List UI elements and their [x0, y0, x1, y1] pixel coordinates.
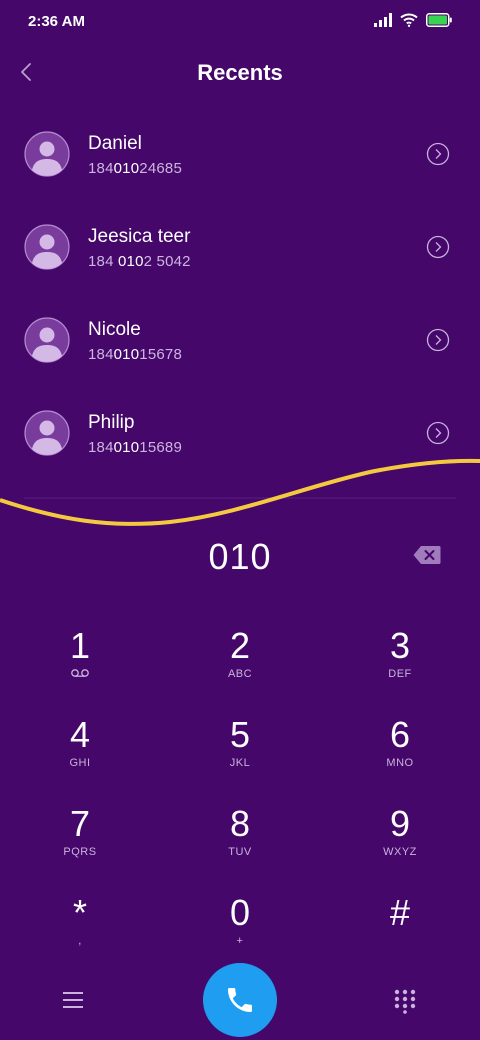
- key-digit: 4: [69, 714, 91, 755]
- chevron-right-circle-icon[interactable]: [426, 421, 450, 445]
- voicemail-icon: [20, 668, 140, 682]
- number-match: 010: [118, 253, 144, 270]
- status-icons: [374, 12, 452, 32]
- number-suffix: 24685: [139, 160, 182, 177]
- key-digit: 5: [229, 714, 251, 755]
- recent-item-nicole[interactable]: Nicole 18401015678: [0, 293, 480, 386]
- key-digit: *: [72, 892, 87, 933]
- wave-divider: [0, 458, 480, 526]
- key-letters: TUV: [228, 846, 252, 858]
- key-digit: #: [389, 892, 411, 933]
- contact-number: 184 0102 5042: [88, 253, 191, 270]
- number-suffix: 15678: [139, 346, 182, 363]
- contact-name: Daniel: [88, 133, 142, 154]
- contact-number: 18401015678: [88, 346, 182, 363]
- key-letters: [340, 935, 460, 949]
- key-letters: GHI: [69, 757, 91, 769]
- key-9[interactable]: 9 WXYZ: [340, 804, 460, 884]
- dial-display: 010: [0, 532, 480, 584]
- status-bar: 2:36 AM: [0, 0, 480, 44]
- number-match: 010: [113, 346, 140, 363]
- contact-number: 18401024685: [88, 160, 182, 177]
- phone-icon: [228, 988, 252, 1012]
- key-0[interactable]: 0 +: [180, 893, 300, 973]
- page-title: Recents: [197, 60, 283, 85]
- dialed-number: 010: [208, 536, 272, 577]
- wifi-icon: [400, 13, 418, 32]
- chevron-right-circle-icon[interactable]: [426, 328, 450, 352]
- status-time: 2:36 AM: [28, 13, 85, 30]
- avatar-icon: [24, 131, 70, 177]
- key-7[interactable]: 7 PQRS: [20, 804, 140, 884]
- number-suffix: 2 5042: [143, 253, 191, 270]
- key-letters: +: [236, 935, 244, 947]
- key-letters: DEF: [388, 668, 412, 680]
- key-digit: 0: [229, 892, 251, 933]
- contact-name: Jeesica teer: [88, 226, 191, 247]
- key-digit: 3: [389, 625, 411, 666]
- key-5[interactable]: 5 JKL: [180, 715, 300, 795]
- chevron-right-circle-icon[interactable]: [426, 142, 450, 166]
- key-digit: 8: [229, 803, 251, 844]
- key-digit: 2: [229, 625, 251, 666]
- key-letters: ABC: [227, 668, 253, 680]
- recents-list: Daniel 18401024685 Jeesica teer 184 0102…: [0, 107, 480, 479]
- key-4[interactable]: 4 GHI: [20, 715, 140, 795]
- number-prefix: 184: [88, 253, 118, 270]
- number-prefix: 184: [88, 346, 114, 363]
- key-digit: 6: [389, 714, 411, 755]
- key-letters: ,: [78, 935, 82, 947]
- menu-icon[interactable]: [58, 988, 88, 1012]
- dialpad-icon[interactable]: [392, 988, 418, 1014]
- key-digit: 7: [69, 803, 91, 844]
- key-letters: WXYZ: [383, 846, 417, 858]
- header: Recents: [0, 48, 480, 98]
- number-match: 010: [113, 160, 140, 177]
- battery-icon: [426, 12, 452, 32]
- key-letters: PQRS: [63, 846, 97, 858]
- key-digit: 9: [389, 803, 411, 844]
- contact-name: Philip: [88, 412, 135, 433]
- key-8[interactable]: 8 TUV: [180, 804, 300, 884]
- key-hash[interactable]: #: [340, 893, 460, 973]
- key-letters: MNO: [386, 757, 414, 769]
- key-letters: JKL: [229, 757, 251, 769]
- signal-icon: [374, 12, 392, 32]
- bottom-bar: [0, 962, 480, 1040]
- number-prefix: 184: [88, 160, 114, 177]
- key-1[interactable]: 1: [20, 626, 140, 706]
- avatar-icon: [24, 317, 70, 363]
- key-star[interactable]: * ,: [20, 893, 140, 973]
- contact-name: Nicole: [88, 319, 141, 340]
- key-3[interactable]: 3 DEF: [340, 626, 460, 706]
- recent-item-jeesica-teer[interactable]: Jeesica teer 184 0102 5042: [0, 200, 480, 293]
- backspace-icon[interactable]: [412, 544, 442, 566]
- dialer-screen: 2:36 AM Recents Daniel 18401024685 Jeesi…: [0, 0, 480, 1040]
- key-2[interactable]: 2 ABC: [180, 626, 300, 706]
- avatar-icon: [24, 224, 70, 270]
- call-button[interactable]: [203, 963, 277, 1037]
- chevron-right-circle-icon[interactable]: [426, 235, 450, 259]
- key-6[interactable]: 6 MNO: [340, 715, 460, 795]
- key-digit: 1: [69, 625, 91, 666]
- recent-item-daniel[interactable]: Daniel 18401024685: [0, 107, 480, 200]
